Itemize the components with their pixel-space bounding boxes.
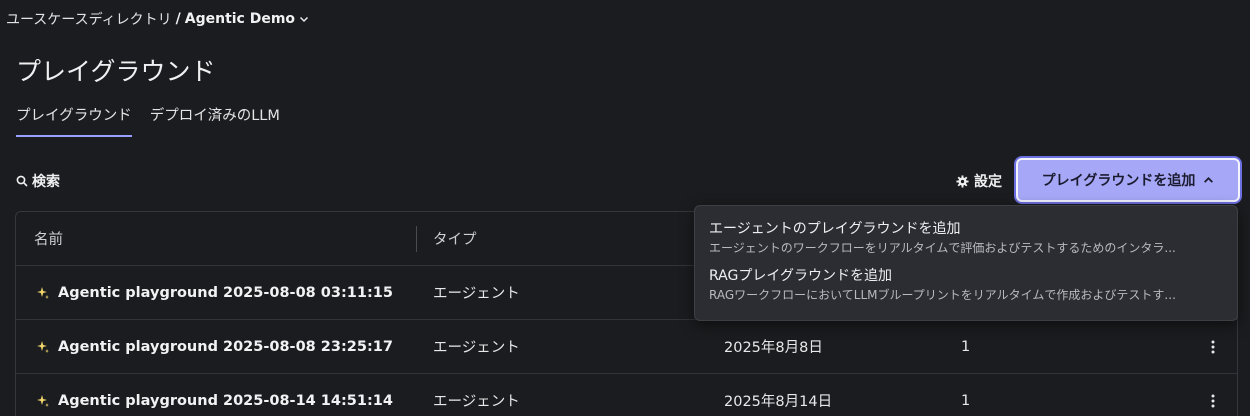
search-button[interactable]: 検索	[16, 171, 60, 191]
breadcrumb-parent[interactable]: ユースケースディレクトリ	[6, 9, 172, 29]
column-header-name[interactable]: 名前	[34, 212, 63, 265]
column-divider[interactable]	[416, 226, 417, 252]
sparkle-icon	[37, 286, 49, 299]
settings-button[interactable]: 設定	[956, 171, 1002, 191]
row-type: エージェント	[433, 340, 520, 356]
breadcrumb-separator: /	[175, 11, 181, 27]
chevron-down-icon[interactable]	[299, 14, 309, 24]
tab-deployed-llm[interactable]: デプロイ済みのLLM	[150, 104, 280, 137]
add-playground-dropdown: エージェントのプレイグラウンドを追加 エージェントのワークフローをリアルタイムで…	[694, 205, 1238, 321]
row-count: 1	[961, 338, 971, 355]
page-title: プレイグラウンド	[16, 57, 216, 86]
more-options-icon[interactable]	[1211, 320, 1215, 373]
column-header-type[interactable]: タイプ	[433, 212, 477, 265]
row-count: 1	[961, 392, 971, 409]
table-row[interactable]: Agentic playground 2025-08-14 14:51:14 エ…	[16, 374, 1237, 416]
row-name-cell[interactable]: Agentic playground 2025-08-08 23:25:17	[36, 320, 393, 373]
search-label: 検索	[32, 174, 60, 190]
menu-item-add-rag-playground[interactable]: RAGプレイグラウンドを追加 RAGワークフローにおいてLLMブループリントをリ…	[709, 265, 1223, 303]
sparkle-icon	[37, 340, 49, 353]
menu-item-title: エージェントのプレイグラウンドを追加	[709, 221, 961, 237]
add-playground-button[interactable]: プレイグラウンドを追加	[1016, 158, 1240, 202]
more-options-icon[interactable]	[1211, 374, 1215, 416]
row-type: エージェント	[433, 286, 520, 302]
row-type: エージェント	[433, 394, 520, 410]
search-icon	[16, 175, 28, 187]
row-name: Agentic playground 2025-08-08 03:11:15	[58, 284, 393, 301]
breadcrumb: ユースケースディレクトリ / Agentic Demo	[6, 9, 309, 29]
row-name-cell[interactable]: Agentic playground 2025-08-08 03:11:15	[36, 266, 393, 319]
row-name: Agentic playground 2025-08-08 23:25:17	[58, 338, 393, 355]
row-name-cell[interactable]: Agentic playground 2025-08-14 14:51:14	[36, 374, 393, 416]
chevron-up-icon	[1204, 176, 1214, 183]
settings-label: 設定	[974, 174, 1002, 190]
sparkle-icon	[37, 394, 49, 407]
tab-bar: プレイグラウンド デプロイ済みのLLM	[16, 104, 280, 137]
menu-item-description: エージェントのワークフローをリアルタイムで評価およびテストするためのインタラ..…	[709, 241, 1176, 255]
table-row[interactable]: Agentic playground 2025-08-08 23:25:17 エ…	[16, 320, 1237, 374]
row-date: 2025年8月8日	[724, 340, 823, 356]
breadcrumb-current[interactable]: Agentic Demo	[185, 11, 295, 27]
menu-item-title: RAGプレイグラウンドを追加	[709, 268, 893, 284]
gear-icon	[956, 174, 969, 188]
tab-playground[interactable]: プレイグラウンド	[16, 104, 132, 137]
menu-item-add-agentic-playground[interactable]: エージェントのプレイグラウンドを追加 エージェントのワークフローをリアルタイムで…	[709, 218, 1223, 256]
row-date: 2025年8月14日	[724, 394, 833, 410]
menu-item-description: RAGワークフローにおいてLLMブループリントをリアルタイムで作成およびテストす…	[709, 288, 1176, 302]
row-name: Agentic playground 2025-08-14 14:51:14	[58, 392, 393, 409]
add-playground-label: プレイグラウンドを追加	[1041, 173, 1196, 189]
